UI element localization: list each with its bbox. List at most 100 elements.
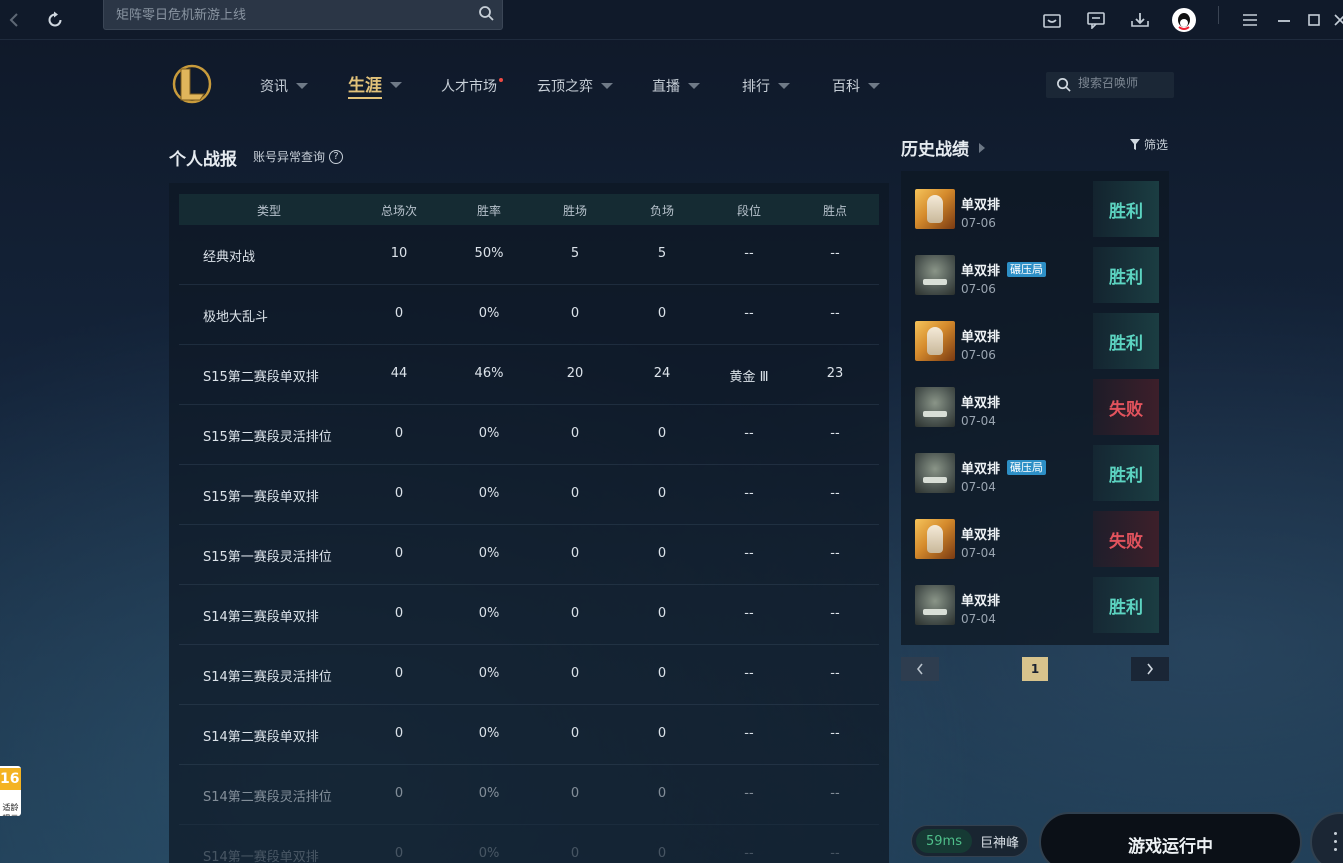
lol-logo[interactable] [171,63,213,105]
table-cell: -- [744,546,754,561]
table-cell: -- [830,606,840,621]
page-number[interactable]: 1 [1022,657,1048,681]
table-cell: 24 [653,366,671,381]
table-cell: -- [830,246,840,261]
table-row: S14第一赛段单双排 0 0% 0 0 -- -- [179,825,879,863]
account-anomaly-link[interactable]: 账号异常查询 ? [253,148,344,165]
game-running-button[interactable]: 游戏运行中 [1039,812,1302,863]
match-item[interactable]: 单双排 07-04 胜利 [911,577,1159,635]
table-cell: -- [830,426,840,441]
table-cell: -- [744,486,754,501]
chevron-down-icon [778,83,790,89]
match-item[interactable]: 单双排 07-04 失败 [911,379,1159,437]
history-title: 历史战绩 [901,140,969,160]
next-page-button[interactable] [1131,657,1169,681]
history-title-link[interactable]: 历史战绩 [901,135,985,160]
header-losses: 负场 [649,204,674,218]
table-cell: 0 [657,726,667,741]
server-status[interactable]: 59ms 巨神峰 [911,825,1028,857]
nav-talent-market[interactable]: 人才市场 [441,72,503,100]
top-search-input[interactable] [116,4,466,26]
match-mode: 单双排 [961,264,1001,279]
match-item[interactable]: 单双排 07-04 失败 [911,511,1159,569]
age-rating-text: 适龄提示 [2,803,19,816]
search-icon[interactable] [1056,77,1071,96]
table-cell: 0 [570,726,580,741]
table-row: S14第二赛段单双排 0 0% 0 0 -- -- [179,705,879,765]
table-cell: 46% [474,366,504,381]
message-icon[interactable] [1082,6,1110,34]
table-row: S15第一赛段灵活排位 0 0% 0 0 -- -- [179,525,879,585]
match-date: 07-04 [961,480,996,494]
search-icon[interactable] [478,5,494,25]
table-cell: -- [744,426,754,441]
server-name: 巨神峰 [980,835,1020,851]
nav-news[interactable]: 资讯 [260,72,308,100]
age-rating-tag[interactable]: 16+ 适龄提示 [0,766,21,816]
table-cell: 0 [657,786,667,801]
match-mode: 单双排 [961,594,1001,609]
filter-icon [1130,139,1140,150]
nav-label: 人才市场 [441,79,497,95]
help-icon[interactable]: ? [329,149,344,164]
chevron-right-icon [1147,663,1154,675]
table-cell: 0 [394,846,404,861]
menu-icon[interactable] [1236,6,1264,34]
summoner-search-box[interactable] [1046,72,1174,98]
table-cell: -- [744,846,754,861]
table-cell: 0% [478,546,500,561]
store-icon[interactable] [1038,6,1066,34]
account-anomaly-label: 账号异常查询 [253,150,326,164]
table-cell: 0 [570,546,580,561]
download-icon[interactable] [1126,6,1154,34]
header-lp: 胜点 [822,204,847,218]
table-cell: -- [744,306,754,321]
table-cell: 0 [394,306,404,321]
stats-title: 个人战报 [169,150,237,170]
table-cell: 0 [570,786,580,801]
filter-button[interactable]: 筛选 [1130,136,1168,153]
minimize-icon[interactable] [1270,6,1298,34]
champion-avatar [915,189,955,229]
nav-ranking[interactable]: 排行 [742,72,790,100]
table-cell: 0 [394,486,404,501]
champion-avatar [915,585,955,625]
match-mode: 单双排 [961,330,1001,345]
close-icon[interactable] [1326,6,1343,34]
nav-live[interactable]: 直播 [652,72,700,100]
match-item[interactable]: 单双排 07-06 胜利 [911,313,1159,371]
top-search-box[interactable] [103,0,503,30]
table-cell: 0 [657,306,667,321]
nav-career[interactable]: 生涯 [348,71,402,99]
table-cell: -- [830,846,840,861]
chevron-down-icon [601,83,613,89]
table-row: S15第二赛段单双排 44 46% 20 24 黄金 Ⅲ 23 [179,345,879,405]
table-cell: -- [744,246,754,261]
table-cell: 5 [657,246,667,261]
match-mode: 单双排 [961,396,1001,411]
table-cell: 0 [570,306,580,321]
table-cell: 0% [478,606,500,621]
chevron-down-icon [296,83,308,89]
nav-label: 生涯 [348,71,382,99]
match-date: 07-06 [961,282,996,296]
prev-page-button[interactable] [901,657,939,681]
nav-tft[interactable]: 云顶之弈 [537,72,613,100]
match-result: 胜利 [1093,181,1159,237]
table-cell: -- [830,546,840,561]
table-cell: -- [830,306,840,321]
table-cell: 20 [566,366,584,381]
match-item[interactable]: 单双排 07-06 胜利 [911,181,1159,239]
nav-wiki[interactable]: 百科 [832,72,880,100]
table-cell: 0 [570,606,580,621]
back-icon[interactable] [0,6,28,34]
table-cell: -- [744,726,754,741]
table-cell: -- [744,666,754,681]
match-item[interactable]: 单双排 碾压局 07-04 胜利 [911,445,1159,503]
refresh-icon[interactable] [41,6,69,34]
summoner-search-input[interactable] [1078,76,1168,90]
maximize-icon[interactable] [1300,6,1328,34]
qq-avatar-icon[interactable] [1170,6,1198,34]
match-item[interactable]: 单双排 碾压局 07-06 胜利 [911,247,1159,305]
more-options-button[interactable] [1310,812,1343,863]
